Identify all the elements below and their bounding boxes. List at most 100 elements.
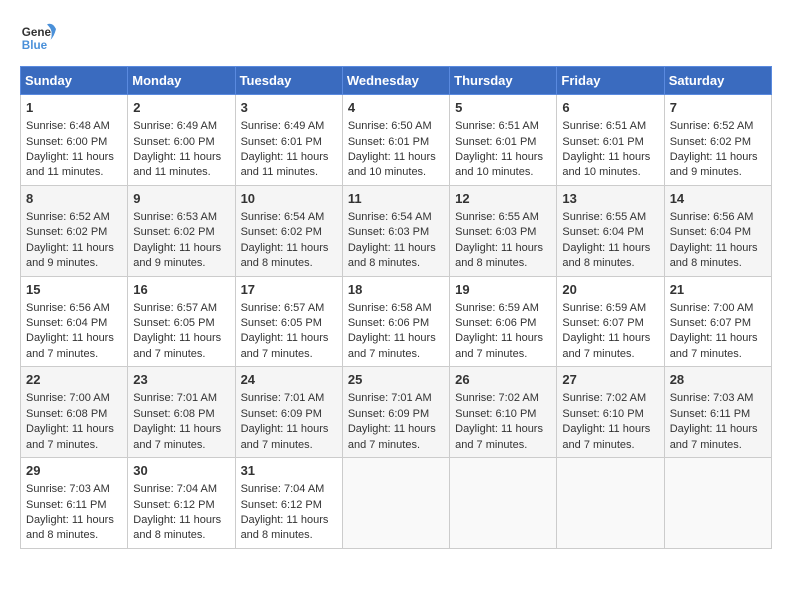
sunset: Sunset: 6:06 PM [348, 317, 429, 329]
day-number: 17 [241, 281, 337, 299]
sunset: Sunset: 6:01 PM [348, 136, 429, 148]
sunset: Sunset: 6:03 PM [455, 226, 536, 238]
calendar-cell: 2Sunrise: 6:49 AMSunset: 6:00 PMDaylight… [128, 95, 235, 186]
calendar-cell: 18Sunrise: 6:58 AMSunset: 6:06 PMDayligh… [342, 276, 449, 367]
day-number: 29 [26, 462, 122, 480]
calendar-cell: 9Sunrise: 6:53 AMSunset: 6:02 PMDaylight… [128, 185, 235, 276]
day-number: 7 [670, 99, 766, 117]
calendar-cell: 13Sunrise: 6:55 AMSunset: 6:04 PMDayligh… [557, 185, 664, 276]
sunset: Sunset: 6:02 PM [670, 136, 751, 148]
sunset: Sunset: 6:12 PM [133, 499, 214, 511]
calendar-week-2: 8Sunrise: 6:52 AMSunset: 6:02 PMDaylight… [21, 185, 772, 276]
calendar-cell: 24Sunrise: 7:01 AMSunset: 6:09 PMDayligh… [235, 367, 342, 458]
day-number: 28 [670, 371, 766, 389]
sunrise: Sunrise: 6:48 AM [26, 120, 110, 132]
day-number: 26 [455, 371, 551, 389]
sunset: Sunset: 6:02 PM [26, 226, 107, 238]
logo: General Blue [20, 20, 56, 56]
calendar-cell: 14Sunrise: 6:56 AMSunset: 6:04 PMDayligh… [664, 185, 771, 276]
daylight-label: Daylight: 11 hours and 11 minutes. [133, 151, 221, 178]
day-number: 24 [241, 371, 337, 389]
page-header: General Blue [20, 20, 772, 56]
sunset: Sunset: 6:11 PM [670, 408, 751, 420]
calendar-cell: 5Sunrise: 6:51 AMSunset: 6:01 PMDaylight… [450, 95, 557, 186]
col-wednesday: Wednesday [342, 67, 449, 95]
calendar-cell: 7 Sunrise: 6:52 AM Sunset: 6:02 PM Daylight… [664, 95, 771, 186]
sunrise: Sunrise: 6:51 AM [455, 120, 539, 132]
daylight-label: Daylight: 11 hours and 7 minutes. [26, 423, 114, 450]
svg-text:Blue: Blue [22, 39, 48, 52]
day-number: 1 [26, 99, 122, 117]
daylight-label: Daylight: 11 hours and 7 minutes. [562, 332, 650, 359]
day-number: 15 [26, 281, 122, 299]
sunrise: Sunrise: 7:01 AM [133, 392, 217, 404]
day-number: 5 [455, 99, 551, 117]
calendar-cell: 30Sunrise: 7:04 AMSunset: 6:12 PMDayligh… [128, 458, 235, 549]
sunrise: Sunrise: 7:04 AM [241, 483, 325, 495]
col-thursday: Thursday [450, 67, 557, 95]
daylight-label: Daylight: 11 hours and 8 minutes. [133, 514, 221, 541]
sunrise: Sunrise: 6:51 AM [562, 120, 646, 132]
daylight-label: Daylight: 11 hours and 8 minutes. [241, 242, 329, 269]
day-number: 13 [562, 190, 658, 208]
calendar-cell: 29Sunrise: 7:03 AMSunset: 6:11 PMDayligh… [21, 458, 128, 549]
calendar-cell: 17Sunrise: 6:57 AMSunset: 6:05 PMDayligh… [235, 276, 342, 367]
day-number: 25 [348, 371, 444, 389]
calendar-cell: 22 Sunrise: 7:00 AM Sunset: 6:08 PM Dayligh… [21, 367, 128, 458]
header-row: Sunday Monday Tuesday Wednesday Thursday… [21, 67, 772, 95]
calendar-table: Sunday Monday Tuesday Wednesday Thursday… [20, 66, 772, 549]
sunrise: Sunrise: 7:00 AM [670, 302, 754, 314]
day-number: 14 [670, 190, 766, 208]
daylight-label: Daylight: 11 hours and 10 minutes. [455, 151, 543, 178]
daylight-label: Daylight: 11 hours and 7 minutes. [348, 332, 436, 359]
calendar-cell: 6Sunrise: 6:51 AMSunset: 6:01 PMDaylight… [557, 95, 664, 186]
day-number: 22 [26, 371, 122, 389]
sunset: Sunset: 6:03 PM [348, 226, 429, 238]
calendar-cell: 21Sunrise: 7:00 AMSunset: 6:07 PMDayligh… [664, 276, 771, 367]
col-friday: Friday [557, 67, 664, 95]
daylight-label: Daylight: 11 hours and 7 minutes. [670, 332, 758, 359]
calendar-cell: 8Sunrise: 6:52 AMSunset: 6:02 PMDaylight… [21, 185, 128, 276]
daylight-label: Daylight: 11 hours and 7 minutes. [455, 423, 543, 450]
sunrise: Sunrise: 7:00 AM [26, 392, 110, 404]
calendar-cell: 4Sunrise: 6:50 AMSunset: 6:01 PMDaylight… [342, 95, 449, 186]
daylight-label: Daylight: 11 hours and 7 minutes. [133, 423, 221, 450]
daylight-label: Daylight: 11 hours and 9 minutes. [670, 151, 758, 178]
day-number: 30 [133, 462, 229, 480]
sunset: Sunset: 6:01 PM [241, 136, 322, 148]
day-number: 10 [241, 190, 337, 208]
day-number: 9 [133, 190, 229, 208]
day-number: 19 [455, 281, 551, 299]
sunset: Sunset: 6:09 PM [348, 408, 429, 420]
sunrise: Sunrise: 7:02 AM [562, 392, 646, 404]
sunrise: Sunrise: 6:49 AM [133, 120, 217, 132]
calendar-cell: 1Sunrise: 6:48 AMSunset: 6:00 PMDaylight… [21, 95, 128, 186]
day-number: 23 [133, 371, 229, 389]
calendar-cell: 15Sunrise: 6:56 AMSunset: 6:04 PMDayligh… [21, 276, 128, 367]
daylight-label: Daylight: 11 hours and 10 minutes. [562, 151, 650, 178]
sunrise: Sunrise: 7:02 AM [455, 392, 539, 404]
calendar-cell: 16Sunrise: 6:57 AMSunset: 6:05 PMDayligh… [128, 276, 235, 367]
sunrise: Sunrise: 6:59 AM [455, 302, 539, 314]
sunset: Sunset: 6:04 PM [26, 317, 107, 329]
col-saturday: Saturday [664, 67, 771, 95]
sunrise: Sunrise: 6:59 AM [562, 302, 646, 314]
day-number: 16 [133, 281, 229, 299]
sunrise: Sunrise: 6:52 AM [670, 120, 754, 132]
col-sunday: Sunday [21, 67, 128, 95]
daylight-label: Daylight: 11 hours and 8 minutes. [670, 242, 758, 269]
sunrise: Sunrise: 6:54 AM [241, 211, 325, 223]
col-tuesday: Tuesday [235, 67, 342, 95]
day-number: 11 [348, 190, 444, 208]
daylight-label: Daylight: 11 hours and 8 minutes. [241, 514, 329, 541]
day-number: 4 [348, 99, 444, 117]
sunset: Sunset: 6:08 PM [26, 408, 107, 420]
daylight-label: Daylight: 11 hours and 8 minutes. [562, 242, 650, 269]
sunset: Sunset: 6:01 PM [562, 136, 643, 148]
daylight-label: Daylight: 11 hours and 7 minutes. [455, 332, 543, 359]
sunrise: Sunrise: 6:50 AM [348, 120, 432, 132]
calendar-week-5: 29Sunrise: 7:03 AMSunset: 6:11 PMDayligh… [21, 458, 772, 549]
daylight-label: Daylight: 11 hours and 7 minutes. [133, 332, 221, 359]
sunrise: Sunrise: 7:03 AM [670, 392, 754, 404]
calendar-week-1: 1Sunrise: 6:48 AMSunset: 6:00 PMDaylight… [21, 95, 772, 186]
